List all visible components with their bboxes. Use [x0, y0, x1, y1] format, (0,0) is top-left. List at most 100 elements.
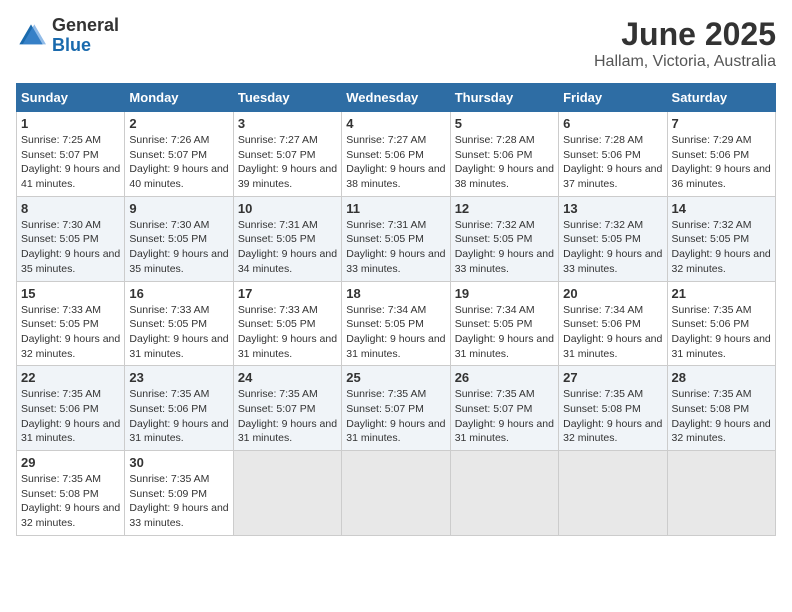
calendar-row: 29 Sunrise: 7:35 AMSunset: 5:08 PMDaylig…: [17, 451, 776, 536]
day-number: 20: [563, 286, 662, 301]
day-number: 21: [672, 286, 771, 301]
day-number: 10: [238, 201, 337, 216]
day-info: Sunrise: 7:32 AMSunset: 5:05 PMDaylight:…: [672, 219, 771, 275]
day-info: Sunrise: 7:28 AMSunset: 5:06 PMDaylight:…: [563, 134, 662, 190]
day-info: Sunrise: 7:35 AMSunset: 5:06 PMDaylight:…: [129, 388, 228, 444]
calendar-row: 22 Sunrise: 7:35 AMSunset: 5:06 PMDaylig…: [17, 366, 776, 451]
day-number: 14: [672, 201, 771, 216]
calendar-cell: 24 Sunrise: 7:35 AMSunset: 5:07 PMDaylig…: [233, 366, 341, 451]
calendar-cell: 19 Sunrise: 7:34 AMSunset: 5:05 PMDaylig…: [450, 281, 558, 366]
day-info: Sunrise: 7:35 AMSunset: 5:09 PMDaylight:…: [129, 473, 228, 529]
calendar-cell: 15 Sunrise: 7:33 AMSunset: 5:05 PMDaylig…: [17, 281, 125, 366]
calendar-cell: 26 Sunrise: 7:35 AMSunset: 5:07 PMDaylig…: [450, 366, 558, 451]
day-info: Sunrise: 7:28 AMSunset: 5:06 PMDaylight:…: [455, 134, 554, 190]
calendar-cell: [559, 451, 667, 536]
calendar-cell: 20 Sunrise: 7:34 AMSunset: 5:06 PMDaylig…: [559, 281, 667, 366]
page-header: General Blue June 2025 Hallam, Victoria,…: [16, 16, 776, 71]
day-info: Sunrise: 7:25 AMSunset: 5:07 PMDaylight:…: [21, 134, 120, 190]
calendar-cell: 17 Sunrise: 7:33 AMSunset: 5:05 PMDaylig…: [233, 281, 341, 366]
logo-icon: [16, 21, 46, 51]
calendar-row: 1 Sunrise: 7:25 AMSunset: 5:07 PMDayligh…: [17, 112, 776, 197]
day-info: Sunrise: 7:35 AMSunset: 5:08 PMDaylight:…: [672, 388, 771, 444]
calendar-cell: 28 Sunrise: 7:35 AMSunset: 5:08 PMDaylig…: [667, 366, 775, 451]
day-number: 17: [238, 286, 337, 301]
day-number: 6: [563, 116, 662, 131]
header-wednesday: Wednesday: [342, 84, 450, 112]
day-info: Sunrise: 7:33 AMSunset: 5:05 PMDaylight:…: [21, 304, 120, 360]
logo-text: General Blue: [52, 16, 119, 56]
day-info: Sunrise: 7:30 AMSunset: 5:05 PMDaylight:…: [129, 219, 228, 275]
day-number: 27: [563, 370, 662, 385]
day-info: Sunrise: 7:35 AMSunset: 5:08 PMDaylight:…: [563, 388, 662, 444]
day-number: 2: [129, 116, 228, 131]
day-number: 25: [346, 370, 445, 385]
day-info: Sunrise: 7:35 AMSunset: 5:06 PMDaylight:…: [21, 388, 120, 444]
calendar-cell: 8 Sunrise: 7:30 AMSunset: 5:05 PMDayligh…: [17, 196, 125, 281]
calendar-row: 8 Sunrise: 7:30 AMSunset: 5:05 PMDayligh…: [17, 196, 776, 281]
logo-general: General: [52, 15, 119, 35]
day-info: Sunrise: 7:33 AMSunset: 5:05 PMDaylight:…: [129, 304, 228, 360]
day-number: 13: [563, 201, 662, 216]
logo: General Blue: [16, 16, 119, 56]
calendar-cell: 12 Sunrise: 7:32 AMSunset: 5:05 PMDaylig…: [450, 196, 558, 281]
calendar-cell: 25 Sunrise: 7:35 AMSunset: 5:07 PMDaylig…: [342, 366, 450, 451]
calendar-cell: 29 Sunrise: 7:35 AMSunset: 5:08 PMDaylig…: [17, 451, 125, 536]
day-number: 24: [238, 370, 337, 385]
day-info: Sunrise: 7:27 AMSunset: 5:06 PMDaylight:…: [346, 134, 445, 190]
day-info: Sunrise: 7:29 AMSunset: 5:06 PMDaylight:…: [672, 134, 771, 190]
day-number: 16: [129, 286, 228, 301]
day-number: 7: [672, 116, 771, 131]
day-info: Sunrise: 7:35 AMSunset: 5:07 PMDaylight:…: [238, 388, 337, 444]
calendar-cell: [233, 451, 341, 536]
calendar-cell: 9 Sunrise: 7:30 AMSunset: 5:05 PMDayligh…: [125, 196, 233, 281]
day-info: Sunrise: 7:35 AMSunset: 5:06 PMDaylight:…: [672, 304, 771, 360]
day-number: 5: [455, 116, 554, 131]
day-number: 4: [346, 116, 445, 131]
calendar-cell: 4 Sunrise: 7:27 AMSunset: 5:06 PMDayligh…: [342, 112, 450, 197]
day-number: 29: [21, 455, 120, 470]
day-info: Sunrise: 7:35 AMSunset: 5:07 PMDaylight:…: [346, 388, 445, 444]
day-number: 30: [129, 455, 228, 470]
weekday-header-row: Sunday Monday Tuesday Wednesday Thursday…: [17, 84, 776, 112]
day-number: 8: [21, 201, 120, 216]
day-info: Sunrise: 7:27 AMSunset: 5:07 PMDaylight:…: [238, 134, 337, 190]
calendar-cell: 10 Sunrise: 7:31 AMSunset: 5:05 PMDaylig…: [233, 196, 341, 281]
calendar-cell: 5 Sunrise: 7:28 AMSunset: 5:06 PMDayligh…: [450, 112, 558, 197]
calendar-cell: 11 Sunrise: 7:31 AMSunset: 5:05 PMDaylig…: [342, 196, 450, 281]
day-number: 15: [21, 286, 120, 301]
calendar-cell: [342, 451, 450, 536]
calendar-cell: 23 Sunrise: 7:35 AMSunset: 5:06 PMDaylig…: [125, 366, 233, 451]
logo-blue: Blue: [52, 35, 91, 55]
calendar-cell: 13 Sunrise: 7:32 AMSunset: 5:05 PMDaylig…: [559, 196, 667, 281]
calendar-cell: 18 Sunrise: 7:34 AMSunset: 5:05 PMDaylig…: [342, 281, 450, 366]
calendar-cell: 3 Sunrise: 7:27 AMSunset: 5:07 PMDayligh…: [233, 112, 341, 197]
day-number: 1: [21, 116, 120, 131]
day-number: 28: [672, 370, 771, 385]
header-sunday: Sunday: [17, 84, 125, 112]
calendar-cell: 16 Sunrise: 7:33 AMSunset: 5:05 PMDaylig…: [125, 281, 233, 366]
calendar-cell: 2 Sunrise: 7:26 AMSunset: 5:07 PMDayligh…: [125, 112, 233, 197]
day-number: 9: [129, 201, 228, 216]
day-info: Sunrise: 7:35 AMSunset: 5:07 PMDaylight:…: [455, 388, 554, 444]
calendar-cell: 22 Sunrise: 7:35 AMSunset: 5:06 PMDaylig…: [17, 366, 125, 451]
day-info: Sunrise: 7:33 AMSunset: 5:05 PMDaylight:…: [238, 304, 337, 360]
header-thursday: Thursday: [450, 84, 558, 112]
day-info: Sunrise: 7:30 AMSunset: 5:05 PMDaylight:…: [21, 219, 120, 275]
calendar-cell: [450, 451, 558, 536]
day-info: Sunrise: 7:34 AMSunset: 5:05 PMDaylight:…: [346, 304, 445, 360]
header-monday: Monday: [125, 84, 233, 112]
day-info: Sunrise: 7:26 AMSunset: 5:07 PMDaylight:…: [129, 134, 228, 190]
day-info: Sunrise: 7:34 AMSunset: 5:06 PMDaylight:…: [563, 304, 662, 360]
calendar-cell: 30 Sunrise: 7:35 AMSunset: 5:09 PMDaylig…: [125, 451, 233, 536]
title-block: June 2025 Hallam, Victoria, Australia: [594, 16, 776, 71]
day-number: 26: [455, 370, 554, 385]
day-info: Sunrise: 7:32 AMSunset: 5:05 PMDaylight:…: [455, 219, 554, 275]
day-number: 18: [346, 286, 445, 301]
calendar-cell: 21 Sunrise: 7:35 AMSunset: 5:06 PMDaylig…: [667, 281, 775, 366]
header-saturday: Saturday: [667, 84, 775, 112]
header-friday: Friday: [559, 84, 667, 112]
day-info: Sunrise: 7:31 AMSunset: 5:05 PMDaylight:…: [346, 219, 445, 275]
calendar-cell: 6 Sunrise: 7:28 AMSunset: 5:06 PMDayligh…: [559, 112, 667, 197]
day-number: 3: [238, 116, 337, 131]
header-tuesday: Tuesday: [233, 84, 341, 112]
